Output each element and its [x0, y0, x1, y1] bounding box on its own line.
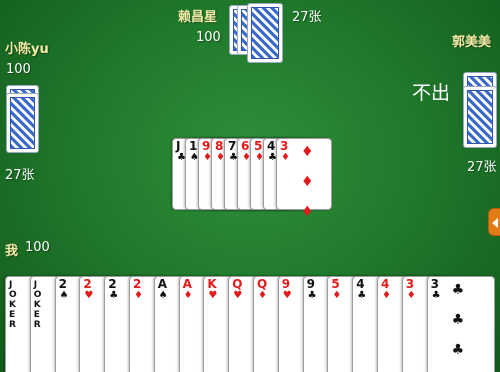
- card-pip-icon: ♦: [301, 204, 314, 220]
- card-rank: 2: [58, 277, 67, 291]
- right-player-name: 郭美美: [452, 35, 492, 50]
- card-suit-icon: ♥: [282, 290, 292, 301]
- card-rank: 6: [241, 139, 250, 153]
- card-back-icon: [247, 3, 283, 63]
- card-pip-icon: ♣: [451, 282, 465, 298]
- card-suit-icon: ♦: [134, 290, 143, 301]
- card-suit-icon: ♦: [281, 152, 290, 163]
- card-rank: 2: [133, 277, 142, 291]
- card-back-icon: [463, 86, 497, 148]
- card-suit-icon: ♦: [382, 290, 391, 301]
- card-rank: 3: [405, 277, 415, 291]
- top-player-name: 赖昌星: [178, 10, 218, 25]
- game-table: 赖昌星 100 27张 小陈yu 100 27张 郭美美 不出 27张 J ♣ 10…: [0, 0, 500, 372]
- playing-card: 3 ♦ ♦ ♦ ♦: [276, 138, 332, 219]
- card-rank: 4: [356, 277, 365, 291]
- card-suit-icon: ♣: [431, 290, 441, 301]
- card-rank: JOKER: [9, 280, 17, 330]
- card-suit-icon: ♦: [406, 290, 416, 301]
- card-rank: 4: [381, 277, 390, 291]
- top-player-cards-left: 27张: [292, 10, 322, 25]
- card-pip-icon: ♣: [451, 312, 465, 328]
- card-suit-icon: ♦: [258, 290, 267, 301]
- left-player-cards-left: 27张: [5, 168, 35, 183]
- card-rank: K: [207, 277, 217, 291]
- card-rank: 5: [254, 139, 263, 153]
- card-rank: 9: [306, 277, 315, 291]
- card-suit-icon: ♣: [307, 290, 317, 301]
- card-suit-icon: ♦: [183, 290, 193, 301]
- card-rank: 2: [108, 277, 117, 291]
- card-suit-icon: ♦: [332, 290, 342, 301]
- card-pip-icon: ♦: [301, 174, 314, 190]
- card-rank: J: [176, 139, 181, 153]
- card-pip-icon: ♦: [301, 144, 314, 160]
- card-suit-icon: ♣: [109, 290, 119, 301]
- card-rank: A: [182, 277, 192, 291]
- card-rank: 9: [202, 139, 211, 153]
- side-menu-tab[interactable]: [488, 208, 500, 236]
- card-suit-icon: ♠: [59, 290, 69, 301]
- card-suit-icon: ♣: [357, 290, 367, 301]
- card-rank: 8: [215, 139, 224, 153]
- card-suit-icon: ♠: [158, 290, 168, 301]
- card-rank: JOKER: [33, 280, 42, 330]
- card-rank: 4: [267, 139, 276, 153]
- playing-card[interactable]: 3 ♣ ♣ ♣ ♣: [426, 276, 495, 372]
- card-rank: 2: [83, 277, 92, 291]
- right-player-action: 不出: [412, 82, 451, 104]
- left-player-name: 小陈yu: [5, 42, 49, 57]
- card-suit-icon: ♥: [84, 290, 94, 301]
- self-player-score: 100: [25, 240, 50, 255]
- left-player-score: 100: [6, 62, 31, 77]
- card-rank: Q: [232, 277, 243, 291]
- card-suit-icon: ♥: [208, 290, 218, 301]
- card-rank: 3: [430, 277, 439, 291]
- right-player-cards-left: 27张: [467, 160, 497, 175]
- card-rank: 7: [228, 139, 237, 153]
- card-rank: 5: [331, 277, 340, 291]
- card-pip-icon: ♣: [451, 342, 465, 358]
- card-rank: 9: [281, 277, 291, 291]
- top-player-score: 100: [196, 30, 221, 45]
- card-suit-icon: ♥: [233, 290, 243, 301]
- card-rank: A: [157, 277, 168, 291]
- self-player-name: 我: [5, 244, 19, 259]
- card-rank: 3: [280, 139, 289, 153]
- card-rank: Q: [257, 277, 268, 291]
- card-back-icon: [6, 93, 39, 153]
